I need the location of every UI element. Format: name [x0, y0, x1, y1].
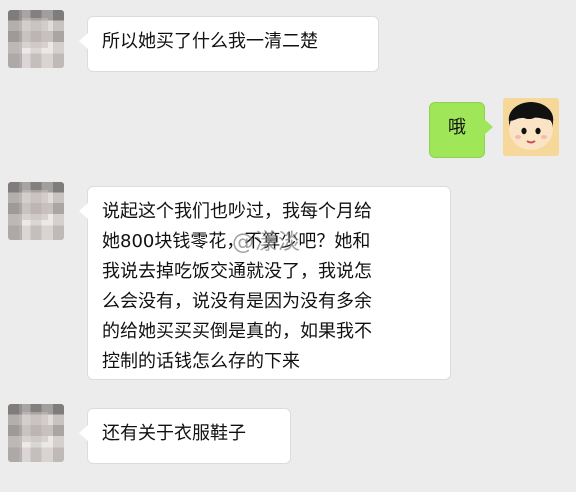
- avatar[interactable]: [8, 182, 64, 240]
- message-row: 所以她买了什么我一清二楚: [0, 10, 576, 74]
- message-line: 控制的话钱怎么存的下来: [102, 351, 300, 372]
- message-text: 哦: [448, 117, 466, 138]
- avatar[interactable]: [8, 404, 64, 462]
- message-text: 还有关于衣服鞋子: [102, 423, 246, 444]
- message-row: 说起这个我们也吵过，我每个月给 她800块钱零花，不算少吧？她和 我说去掉吃饭交…: [0, 182, 576, 382]
- message-text: 所以她买了什么我一清二楚: [102, 31, 318, 52]
- message-line: 说起这个我们也吵过，我每个月给: [102, 201, 372, 222]
- message-line: 我说去掉吃饭交通就没了，我说怎: [102, 261, 372, 282]
- cartoon-girl-icon: [503, 98, 559, 156]
- message-row: 哦: [0, 98, 576, 162]
- avatar[interactable]: [8, 10, 64, 68]
- message-line: 么会没有，说没有是因为没有多余: [102, 291, 372, 312]
- watermark: @漾淡: [232, 230, 302, 255]
- message-bubble[interactable]: 哦: [429, 102, 493, 158]
- message-bubble[interactable]: 所以她买了什么我一清二楚: [79, 16, 379, 72]
- cartoon-girl-avatar[interactable]: [503, 98, 559, 156]
- message-row: 还有关于衣服鞋子: [0, 404, 576, 468]
- message-bubble[interactable]: 还有关于衣服鞋子: [79, 408, 291, 464]
- message-bubble[interactable]: 说起这个我们也吵过，我每个月给 她800块钱零花，不算少吧？她和 我说去掉吃饭交…: [79, 186, 451, 380]
- message-line: 的给她买买买倒是真的，如果我不: [102, 321, 372, 342]
